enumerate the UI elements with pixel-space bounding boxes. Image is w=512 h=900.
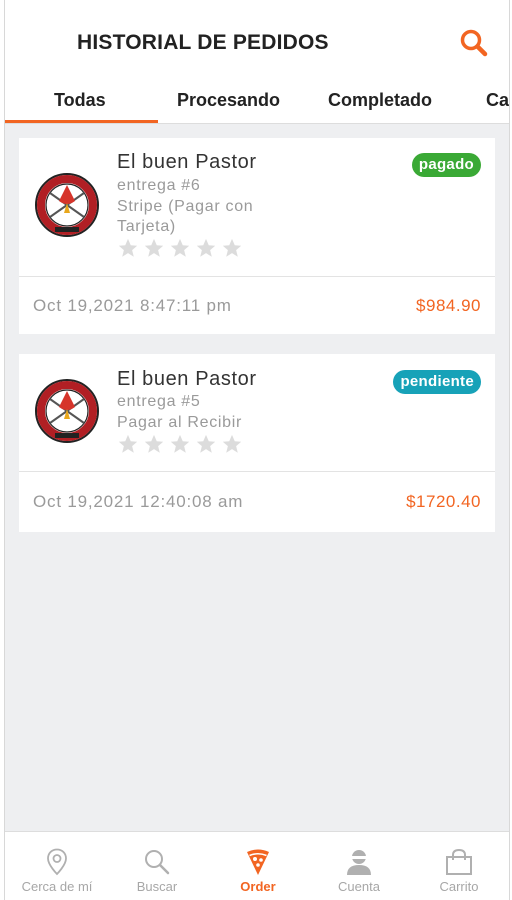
pizza-icon [247,849,269,875]
rating-stars[interactable] [117,237,243,259]
rating-stars[interactable] [117,433,243,455]
tab-bar: Todas Procesando Completado Ca [5,86,509,124]
order-card-details: El buen Pastor entrega #5 Pagar al Recib… [19,354,495,472]
star-icon[interactable] [117,237,139,259]
order-number: entrega #6 [117,177,201,194]
star-icon[interactable] [195,237,217,259]
header: HISTORIAL DE PEDIDOS [5,0,509,86]
order-number: entrega #5 [117,393,201,410]
order-total: $984.90 [416,296,481,315]
order-card[interactable]: El buen Pastor entrega #5 Pagar al Recib… [19,354,495,532]
star-icon[interactable] [169,237,191,259]
search-button[interactable] [459,28,489,58]
payment-method: Pagar al Recibir [117,414,243,431]
restaurant-logo [35,173,99,237]
star-icon[interactable] [195,433,217,455]
location-pin-icon [47,848,67,876]
status-badge: pagado [411,153,481,177]
nav-label: Cuenta [338,879,380,894]
tab-todas[interactable]: Todas [54,90,106,111]
store-name: El buen Pastor [117,151,257,173]
active-tab-indicator [5,120,158,123]
nav-label: Carrito [439,879,479,894]
nav-label: Order [240,879,276,894]
payment-method: Stripe (Pagar con Tarjeta) [117,198,254,235]
status-badge: pendiente [393,370,481,394]
search-icon [460,29,488,57]
nav-order[interactable]: Order [208,832,308,900]
tab-procesando[interactable]: Procesando [177,90,280,111]
app-screen: HISTORIAL DE PEDIDOS Todas Procesando Co… [4,0,510,900]
star-icon[interactable] [221,237,243,259]
star-icon[interactable] [143,237,165,259]
order-date: Oct 19,2021 8:47:11 pm [33,296,232,315]
nav-cuenta[interactable]: Cuenta [309,832,409,900]
star-icon[interactable] [169,433,191,455]
star-icon[interactable] [221,433,243,455]
user-icon [347,850,371,875]
nav-cerca-de-mi[interactable]: Cerca de mí [7,832,107,900]
order-card-details: El buen Pastor entrega #6 Stripe (Pagar … [19,138,495,277]
nav-buscar[interactable]: Buscar [107,832,207,900]
order-date: Oct 19,2021 12:40:08 am [33,492,244,511]
tab-cancelado[interactable]: Ca [486,90,509,111]
search-icon [145,850,170,875]
page-title: HISTORIAL DE PEDIDOS [77,31,329,54]
nav-carrito[interactable]: Carrito [409,832,509,900]
order-card[interactable]: El buen Pastor entrega #6 Stripe (Pagar … [19,138,495,334]
nav-label: Cerca de mí [21,879,93,894]
star-icon[interactable] [117,433,139,455]
tab-completado[interactable]: Completado [328,90,432,111]
star-icon[interactable] [143,433,165,455]
nav-label: Buscar [136,879,178,894]
bottom-navigation: Cerca de mí Buscar Order Cuenta Carrito [5,831,509,900]
store-name: El buen Pastor [117,368,257,390]
restaurant-logo [35,379,99,443]
shopping-bag-icon [446,848,472,875]
order-total: $1720.40 [406,492,481,511]
